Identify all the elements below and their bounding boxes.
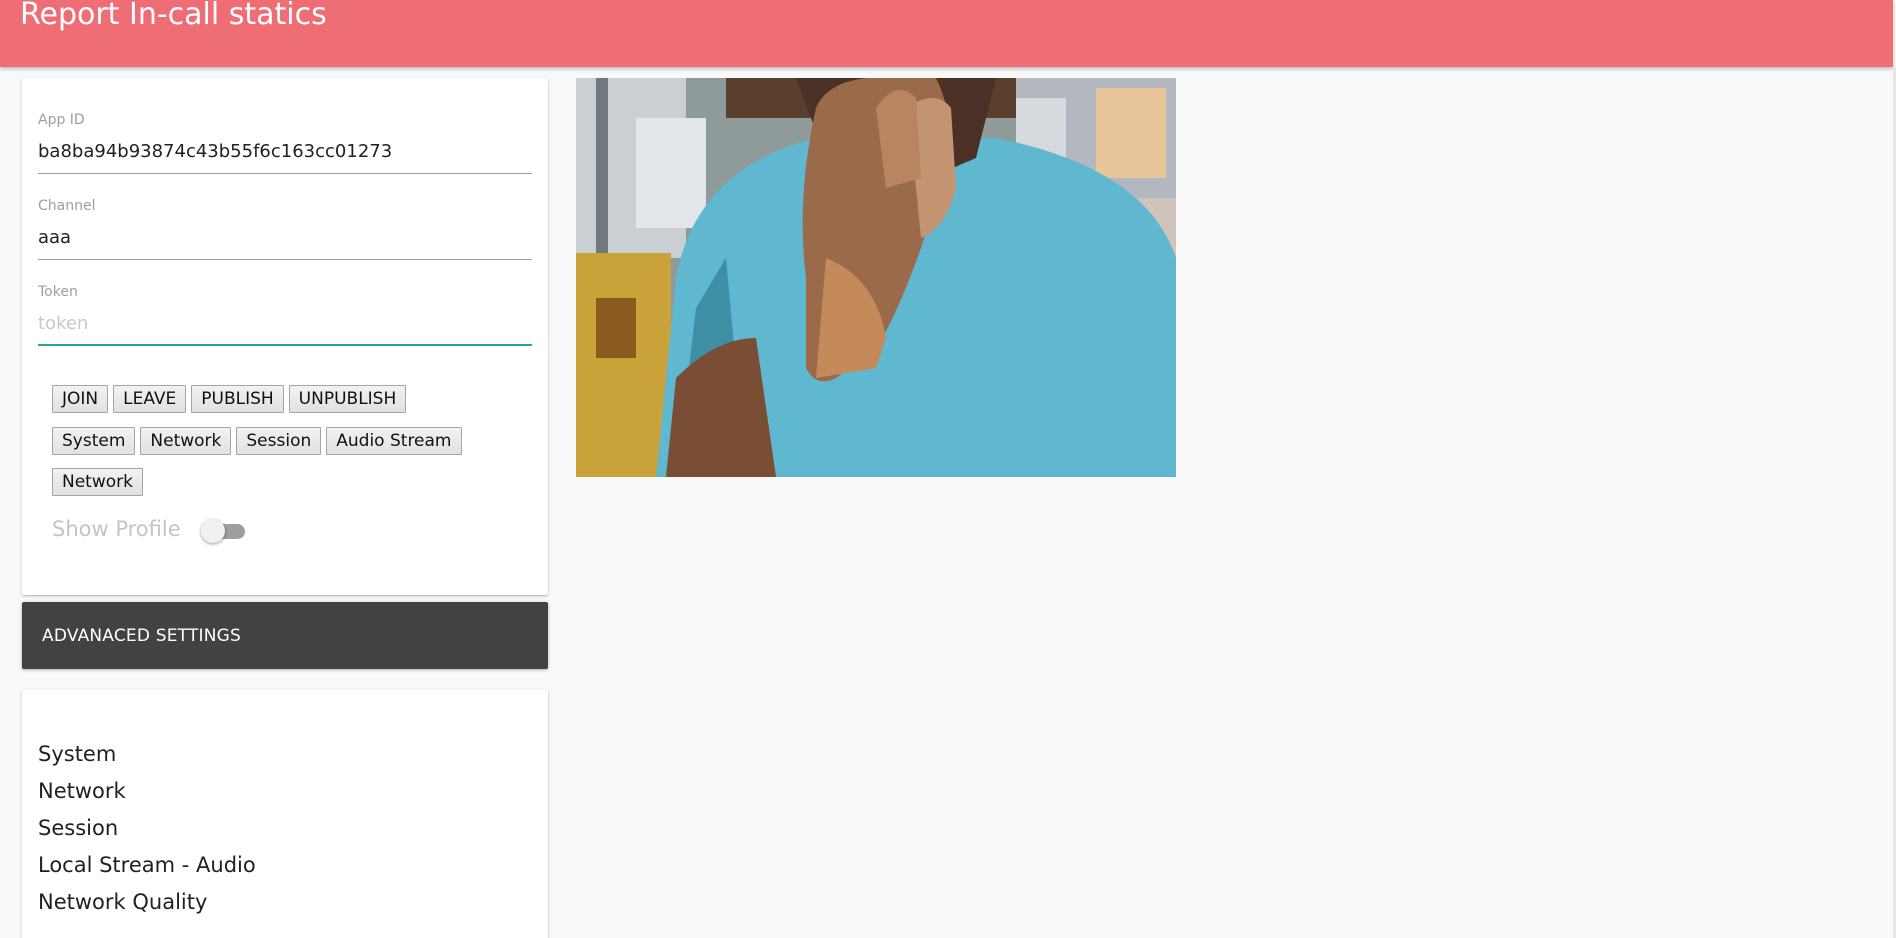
stats-item-system: System bbox=[38, 742, 117, 766]
advanced-settings-title: ADVANACED SETTINGS bbox=[42, 626, 242, 646]
app-header: Report In-call statics bbox=[0, 0, 1893, 67]
stats-item-local-audio: Local Stream - Audio bbox=[38, 853, 256, 877]
leave-button[interactable]: LEAVE bbox=[113, 385, 187, 413]
video-frame bbox=[576, 78, 1176, 477]
stats-list: System Network Session Local Stream - Au… bbox=[38, 736, 256, 921]
unpublish-button[interactable]: UNPUBLISH bbox=[288, 385, 407, 413]
advanced-settings-header[interactable]: ADVANACED SETTINGS bbox=[22, 602, 548, 669]
toggle-thumb bbox=[200, 519, 225, 543]
session-stats-button[interactable]: Session bbox=[236, 427, 322, 455]
show-profile-toggle[interactable] bbox=[200, 517, 245, 543]
channel-input[interactable] bbox=[38, 220, 532, 260]
network-quality-row: Network bbox=[52, 468, 143, 496]
token-input[interactable] bbox=[38, 306, 532, 346]
token-label: Token bbox=[38, 284, 78, 300]
publish-button[interactable]: PUBLISH bbox=[191, 385, 284, 413]
network-stats-button[interactable]: Network bbox=[140, 427, 232, 455]
stats-item-session: Session bbox=[38, 816, 119, 840]
page-title: Report In-call statics bbox=[20, 0, 327, 32]
app-id-input[interactable] bbox=[38, 134, 532, 174]
stats-controls-row: System Network Session Audio Stream bbox=[52, 427, 462, 455]
stats-item-network-quality: Network Quality bbox=[38, 890, 208, 914]
audio-stream-stats-button[interactable]: Audio Stream bbox=[326, 427, 462, 455]
system-stats-button[interactable]: System bbox=[52, 427, 136, 455]
channel-label: Channel bbox=[38, 198, 96, 214]
app-id-label: App ID bbox=[38, 112, 85, 128]
join-button[interactable]: JOIN bbox=[52, 385, 109, 413]
show-profile-row: Show Profile bbox=[52, 517, 245, 543]
network-quality-button[interactable]: Network bbox=[52, 468, 143, 496]
local-video-feed bbox=[576, 78, 1176, 477]
call-controls-row: JOIN LEAVE PUBLISH UNPUBLISH bbox=[52, 385, 407, 413]
stats-item-network: Network bbox=[38, 779, 126, 803]
show-profile-label: Show Profile bbox=[52, 517, 181, 541]
connection-card: App ID Channel Token JOIN LEAVE PUBLISH … bbox=[22, 78, 548, 595]
stats-card: System Network Session Local Stream - Au… bbox=[22, 690, 548, 938]
